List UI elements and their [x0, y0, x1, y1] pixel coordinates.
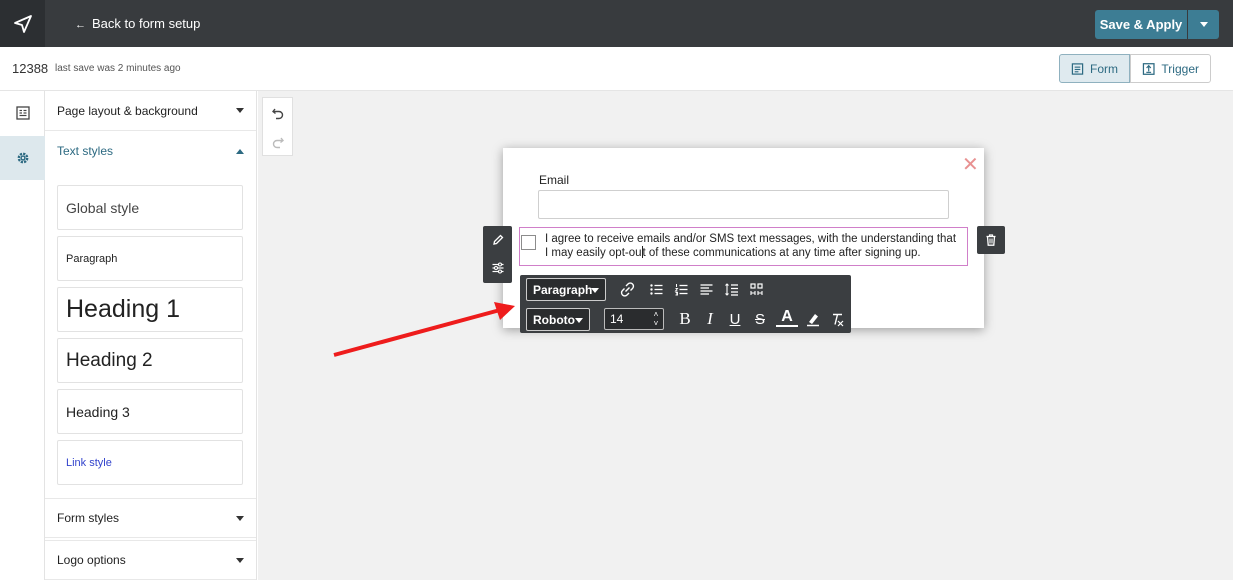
- underline-icon: U: [729, 310, 741, 328]
- trigger-icon: [1142, 62, 1155, 75]
- bold-button[interactable]: B: [674, 308, 696, 330]
- history-controls: [262, 97, 293, 156]
- block-settings-button[interactable]: [483, 254, 512, 282]
- content-list-icon: [15, 106, 30, 120]
- redo-icon: [272, 137, 284, 148]
- left-rail: [0, 91, 45, 580]
- chevron-down-icon: [1199, 22, 1208, 27]
- global-style-card[interactable]: Global style: [57, 185, 243, 230]
- tab-trigger-label: Trigger: [1161, 61, 1199, 76]
- unlink-button[interactable]: [616, 278, 638, 300]
- form-icon: [1071, 62, 1084, 75]
- pencil-icon: [492, 234, 503, 245]
- block-type-value: Paragraph: [533, 282, 593, 297]
- section-logo-options[interactable]: Logo options: [45, 540, 256, 580]
- link-style-card[interactable]: Link style: [57, 440, 243, 485]
- font-size-input[interactable]: 14 ˄ ˅: [604, 308, 664, 330]
- line-height-button[interactable]: [720, 278, 742, 300]
- align-left-button[interactable]: [695, 278, 717, 300]
- chevron-down-icon: [591, 288, 599, 293]
- chevron-down-icon: [236, 515, 244, 521]
- form-id: 12388: [12, 61, 49, 76]
- chevron-down-icon: [575, 318, 583, 323]
- bullet-list-icon: [649, 283, 662, 295]
- strikethrough-button[interactable]: S: [749, 308, 771, 330]
- bullet-list-button[interactable]: [645, 278, 667, 300]
- save-apply-button[interactable]: Save & Apply: [1095, 10, 1187, 39]
- email-field[interactable]: [538, 190, 949, 219]
- consent-checkbox[interactable]: [521, 235, 536, 250]
- heading-2-style-card[interactable]: Heading 2: [57, 338, 243, 383]
- gear-icon: [17, 152, 28, 164]
- rail-settings-button[interactable]: [0, 136, 45, 180]
- numbered-list-button[interactable]: [670, 278, 692, 300]
- merge-tags-icon: [749, 282, 763, 295]
- tab-form[interactable]: Form: [1059, 54, 1130, 83]
- tab-trigger[interactable]: Trigger: [1130, 54, 1211, 83]
- paragraph-style-card[interactable]: Paragraph: [57, 236, 243, 281]
- chevron-down-icon[interactable]: ˅: [651, 319, 661, 328]
- block-side-tools: [483, 226, 512, 283]
- highlight-button[interactable]: [802, 308, 824, 330]
- rail-content-button[interactable]: [0, 91, 45, 135]
- block-type-select[interactable]: Paragraph: [526, 278, 606, 301]
- delete-block-button[interactable]: [977, 226, 1005, 254]
- paper-plane-icon: [13, 14, 32, 33]
- highlighter-icon: [807, 314, 819, 327]
- section-text-styles-label: Text styles: [57, 144, 114, 158]
- chevron-down-icon: [236, 108, 244, 113]
- style-settings-panel: Page layout & background Text styles Glo…: [45, 91, 257, 580]
- sliders-icon: [492, 262, 503, 274]
- line-height-icon: [724, 282, 738, 296]
- font-family-select[interactable]: Roboto: [526, 308, 590, 331]
- save-status: last save was 2 minutes ago: [55, 63, 181, 74]
- consent-text[interactable]: I agree to receive emails and/or SMS tex…: [545, 233, 960, 260]
- text-format-toolbar: Paragraph Roboto 14 ˄ ˅ B I U S A: [520, 275, 851, 333]
- numbered-list-icon: [674, 283, 687, 295]
- undo-button[interactable]: [263, 98, 292, 127]
- redo-button[interactable]: [263, 127, 292, 156]
- back-link-label: Back to form setup: [92, 16, 201, 31]
- tab-form-label: Form: [1090, 61, 1118, 76]
- align-left-icon: [700, 283, 712, 295]
- email-label: Email: [539, 173, 570, 187]
- form-info-bar: 12388 last save was 2 minutes ago Form T…: [0, 47, 1233, 91]
- section-text-styles[interactable]: Text styles: [45, 131, 256, 171]
- heading-3-style-card[interactable]: Heading 3: [57, 389, 243, 434]
- chevron-up-icon[interactable]: ˄: [651, 310, 661, 319]
- undo-icon: [271, 108, 283, 119]
- text-color-icon: A: [781, 307, 793, 325]
- back-to-form-setup-link[interactable]: ← Back to form setup: [75, 16, 200, 31]
- clear-formatting-button[interactable]: [826, 308, 848, 330]
- chevron-up-icon: [236, 148, 244, 154]
- bold-icon: B: [679, 309, 691, 328]
- section-form-styles[interactable]: Form styles: [45, 498, 256, 538]
- section-page-layout[interactable]: Page layout & background: [45, 91, 256, 131]
- trash-icon: [986, 234, 996, 246]
- italic-icon: I: [707, 309, 713, 328]
- save-options-dropdown[interactable]: [1188, 10, 1219, 39]
- font-size-stepper[interactable]: ˄ ˅: [651, 310, 661, 328]
- underline-button[interactable]: U: [724, 308, 746, 330]
- section-form-styles-label: Form styles: [57, 511, 120, 525]
- heading-1-style-card[interactable]: Heading 1: [57, 287, 243, 332]
- text-color-button[interactable]: A: [776, 308, 798, 327]
- chevron-down-icon: [236, 557, 244, 563]
- strikethrough-icon: S: [754, 310, 765, 328]
- section-logo-options-label: Logo options: [57, 553, 126, 567]
- font-family-value: Roboto: [533, 312, 575, 327]
- annotation-arrow: [333, 302, 515, 357]
- logo[interactable]: [0, 0, 45, 47]
- clear-format-icon: [832, 313, 843, 326]
- section-page-layout-label: Page layout & background: [57, 103, 198, 118]
- back-arrow-icon: ←: [75, 19, 86, 31]
- merge-tags-button[interactable]: [745, 278, 767, 300]
- font-size-value: 14: [610, 312, 624, 326]
- edit-block-button[interactable]: [483, 226, 512, 254]
- unlink-icon: [620, 281, 634, 297]
- close-icon[interactable]: ✕: [962, 152, 979, 177]
- consent-text-after-cursor: t of these communications at any time af…: [642, 247, 921, 259]
- italic-button[interactable]: I: [699, 308, 721, 330]
- top-bar: ← Back to form setup Save & Apply: [0, 0, 1233, 47]
